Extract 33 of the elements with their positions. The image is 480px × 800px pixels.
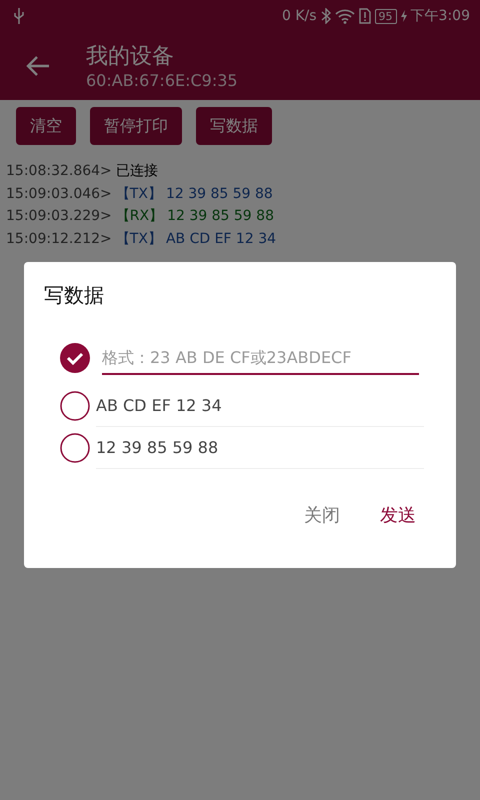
log-timestamp: 15:09:12.212> bbox=[6, 230, 112, 250]
clock: 下午3:09 bbox=[410, 7, 470, 25]
back-arrow-icon[interactable] bbox=[26, 55, 50, 77]
close-button[interactable]: 关闭 bbox=[304, 503, 340, 527]
radio-button[interactable] bbox=[60, 391, 90, 421]
sim-alert-icon bbox=[358, 8, 371, 24]
log-direction-tag: 【RX】 bbox=[116, 205, 164, 228]
log-message: 12 39 85 59 88 bbox=[167, 207, 274, 226]
network-speed: 0 K/s bbox=[282, 8, 317, 24]
log-timestamp: 15:09:03.229> bbox=[6, 207, 112, 226]
screen-title: 我的设备 bbox=[86, 42, 175, 70]
bluetooth-icon bbox=[320, 8, 331, 24]
toolbar-button[interactable]: 清空 bbox=[16, 107, 76, 145]
toolbar-button[interactable]: 暂停打印 bbox=[90, 107, 182, 145]
battery-level: 95 bbox=[374, 8, 397, 24]
checked-radio[interactable] bbox=[60, 343, 90, 373]
history-option[interactable]: 12 39 85 59 88 bbox=[96, 427, 424, 469]
dialog-title: 写数据 bbox=[44, 282, 105, 309]
log-message: 12 39 85 59 88 bbox=[166, 184, 273, 204]
toolbar-button[interactable]: 写数据 bbox=[196, 107, 272, 145]
log-timestamp: 15:08:32.864> bbox=[6, 162, 112, 181]
device-address: 60:AB:67:6E:C9:35 bbox=[86, 70, 238, 90]
history-option[interactable]: AB CD EF 12 34 bbox=[96, 385, 424, 427]
log-direction-tag: 【TX】 bbox=[116, 228, 162, 251]
radio-button[interactable] bbox=[60, 433, 90, 463]
wifi-icon bbox=[334, 8, 355, 24]
log-direction-tag: 【TX】 bbox=[116, 182, 162, 206]
log-timestamp: 15:09:03.046> bbox=[6, 184, 112, 204]
usb-icon bbox=[14, 8, 24, 24]
log-message: AB CD EF 12 34 bbox=[166, 230, 276, 250]
send-button[interactable]: 发送 bbox=[380, 503, 416, 527]
log-message: 已连接 bbox=[116, 162, 158, 181]
charging-icon bbox=[400, 10, 407, 22]
